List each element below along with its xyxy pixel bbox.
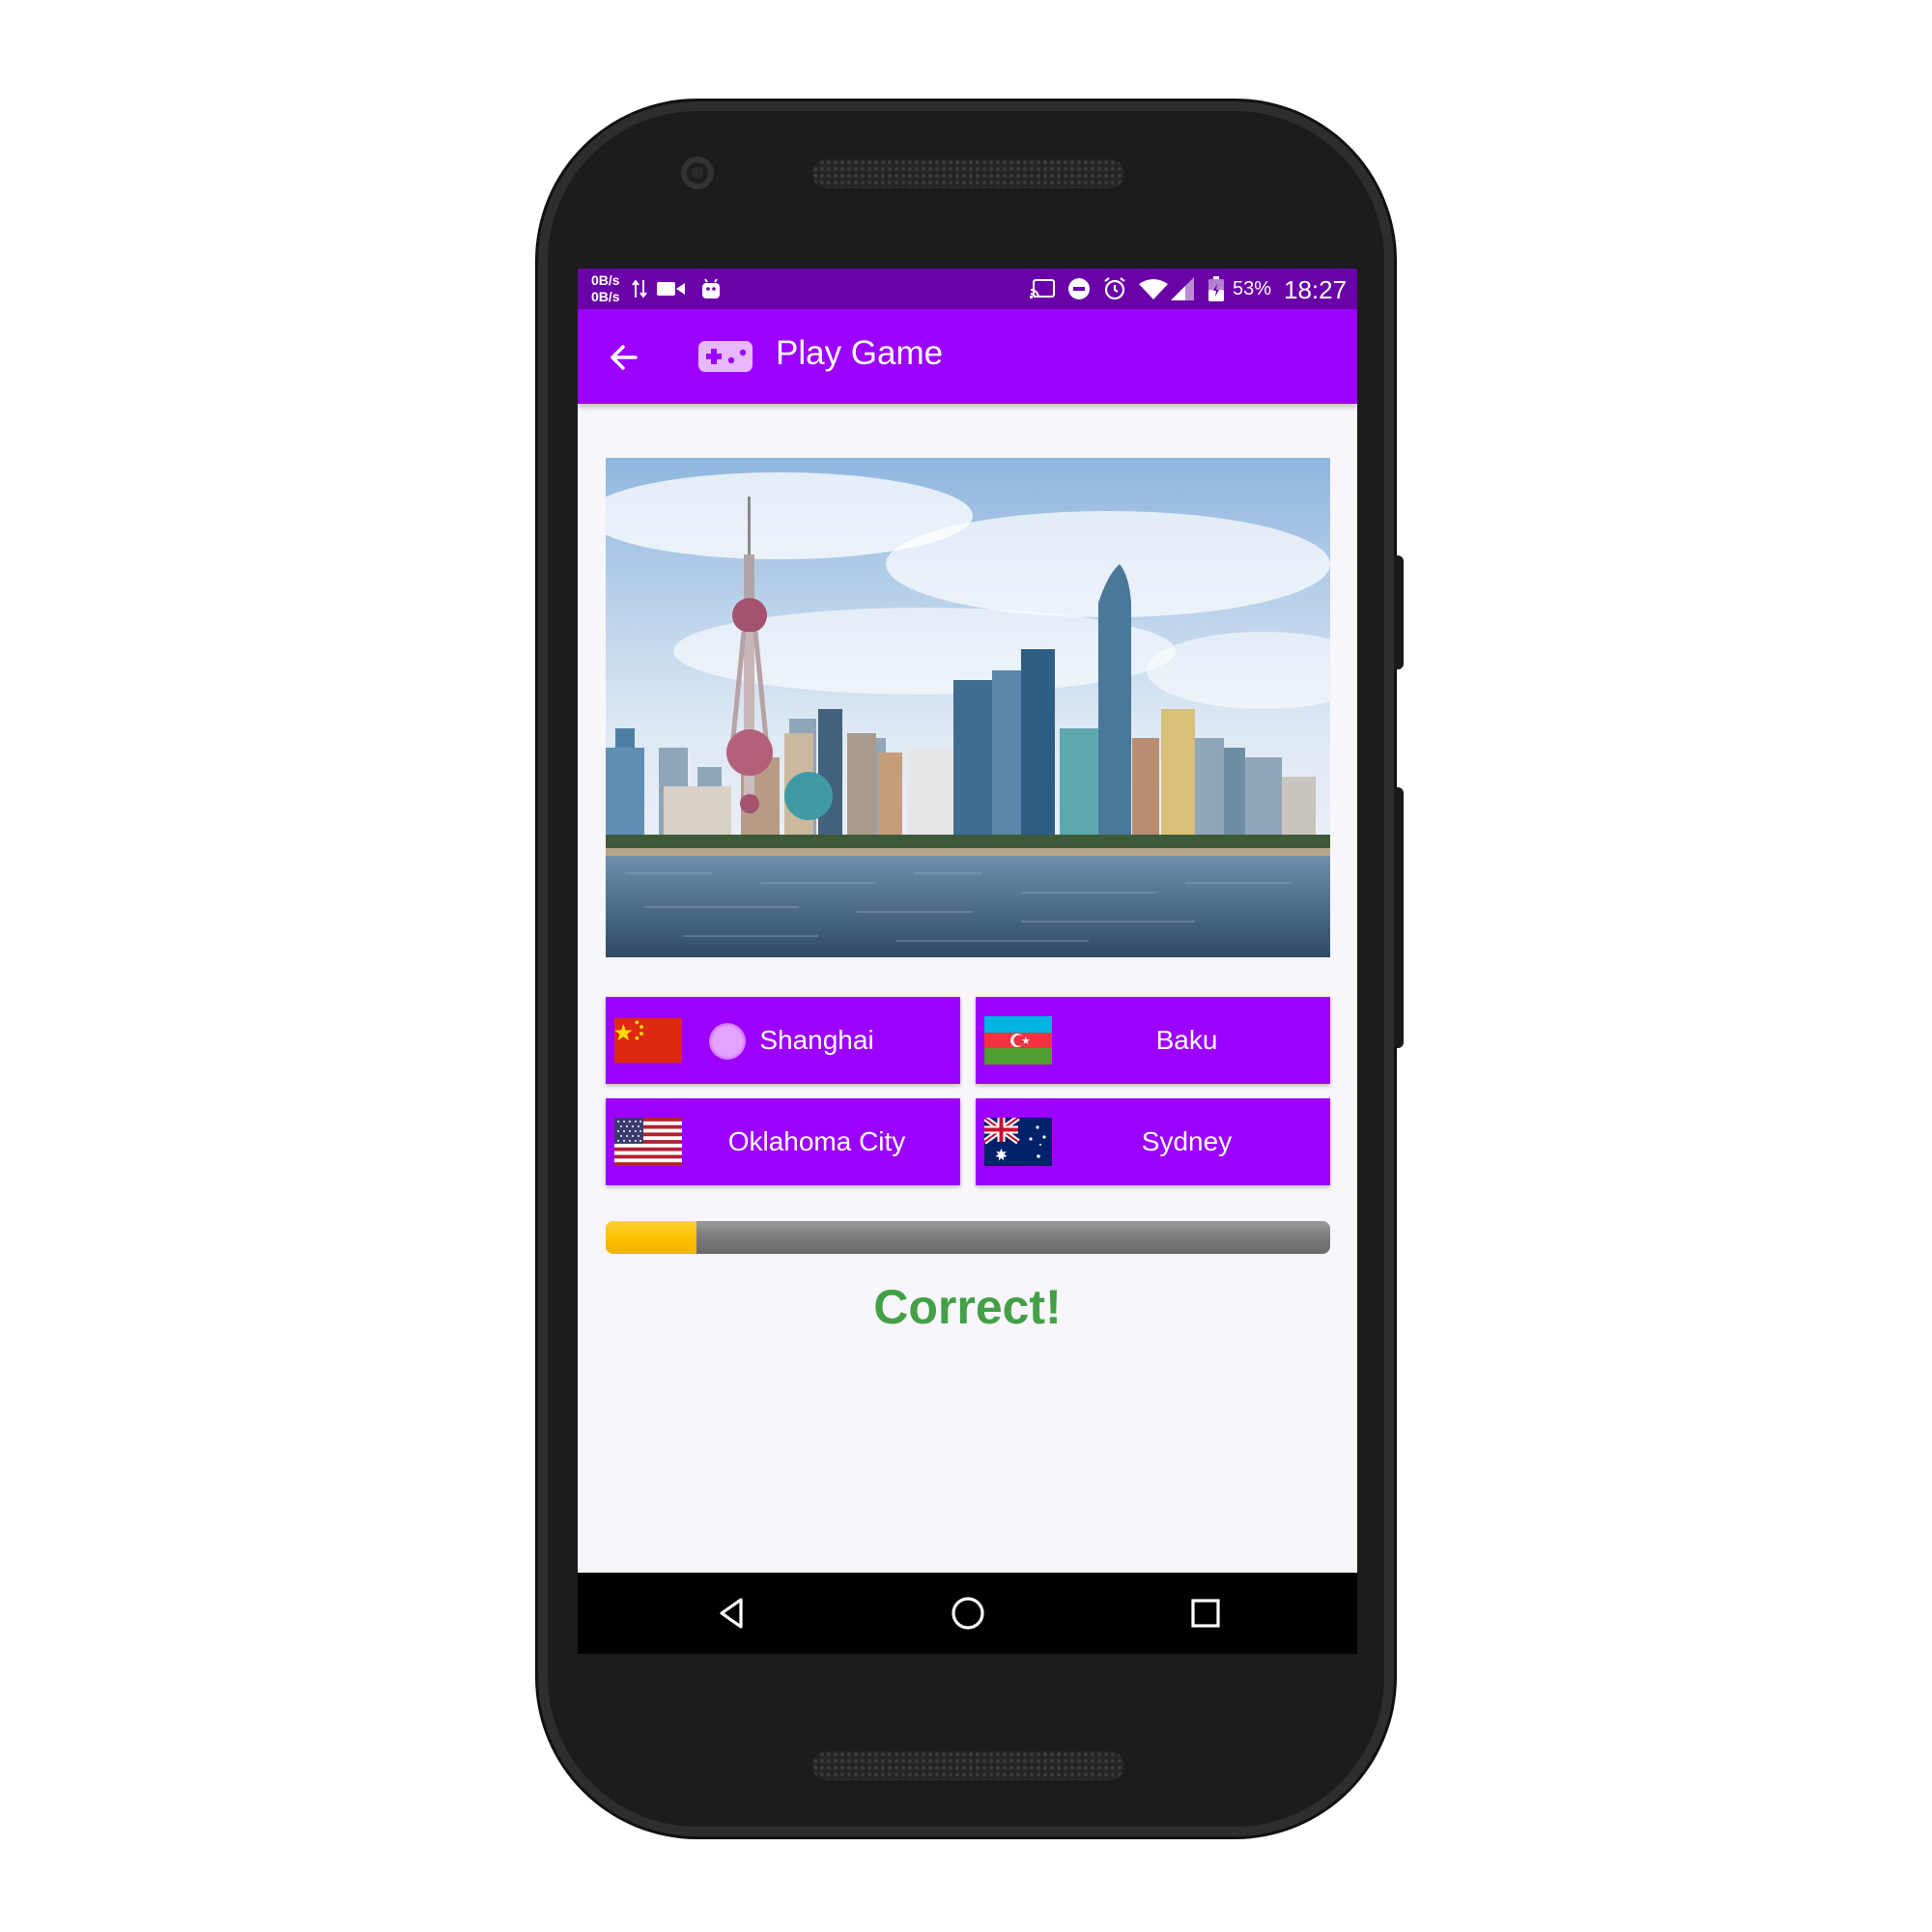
do-not-disturb-icon [1066,277,1092,300]
signal-icon [1171,277,1194,300]
alarm-icon [1101,277,1128,300]
navigation-bar [578,1573,1357,1654]
status-bar: 0B/s 0B/s 53% 18:27 [578,269,1357,309]
gamepad-icon [698,341,753,372]
screen: 0B/s 0B/s 53% 18:27 Play Game Shanghai B… [578,269,1357,1654]
australia-flag-icon [984,1118,1052,1166]
answer-button-sydney[interactable]: Sydney [976,1098,1330,1185]
status-clock: 18:27 [1284,275,1348,304]
network-speed: 0B/s 0B/s [591,272,620,305]
power-button [1394,555,1404,669]
city-skyline-photo [606,458,1330,957]
usa-flag-icon [614,1118,682,1166]
azerbaijan-flag-icon [984,1016,1052,1065]
answer-button-oklahoma-city[interactable]: Oklahoma City [606,1098,960,1185]
nav-home-icon[interactable] [947,1592,989,1634]
progress-bar [606,1221,1330,1254]
volume-button [1394,787,1404,1048]
android-icon [699,277,723,300]
nav-recents-icon[interactable] [1184,1592,1227,1634]
china-flag-icon [614,1016,682,1065]
cast-icon [1029,277,1056,300]
net-up-text: 0B/s [591,272,620,288]
video-camera-icon [657,277,686,300]
app-bar: Play Game [578,309,1357,404]
front-camera [681,156,714,189]
data-arrows-icon [632,277,647,300]
answer-button-shanghai[interactable]: Shanghai [606,997,960,1084]
answer-label: Oklahoma City [727,1126,906,1156]
net-down-text: 0B/s [591,289,620,304]
answer-button-baku[interactable]: Baku [976,997,1330,1084]
result-text: Correct! [873,1280,1062,1334]
progress-fill [606,1221,696,1254]
nav-back-icon[interactable] [710,1592,753,1634]
wifi-icon [1138,277,1169,300]
page-title: Play Game [776,334,944,372]
answer-label: Baku [1155,1025,1218,1055]
battery-percent: 53% [1233,278,1272,299]
answer-label: Sydney [1141,1126,1233,1156]
answer-label: Shanghai [759,1025,874,1055]
top-speaker [812,159,1124,188]
battery-icon [1208,276,1225,301]
arrow-back-icon[interactable] [605,338,643,377]
bottom-speaker [812,1751,1124,1780]
